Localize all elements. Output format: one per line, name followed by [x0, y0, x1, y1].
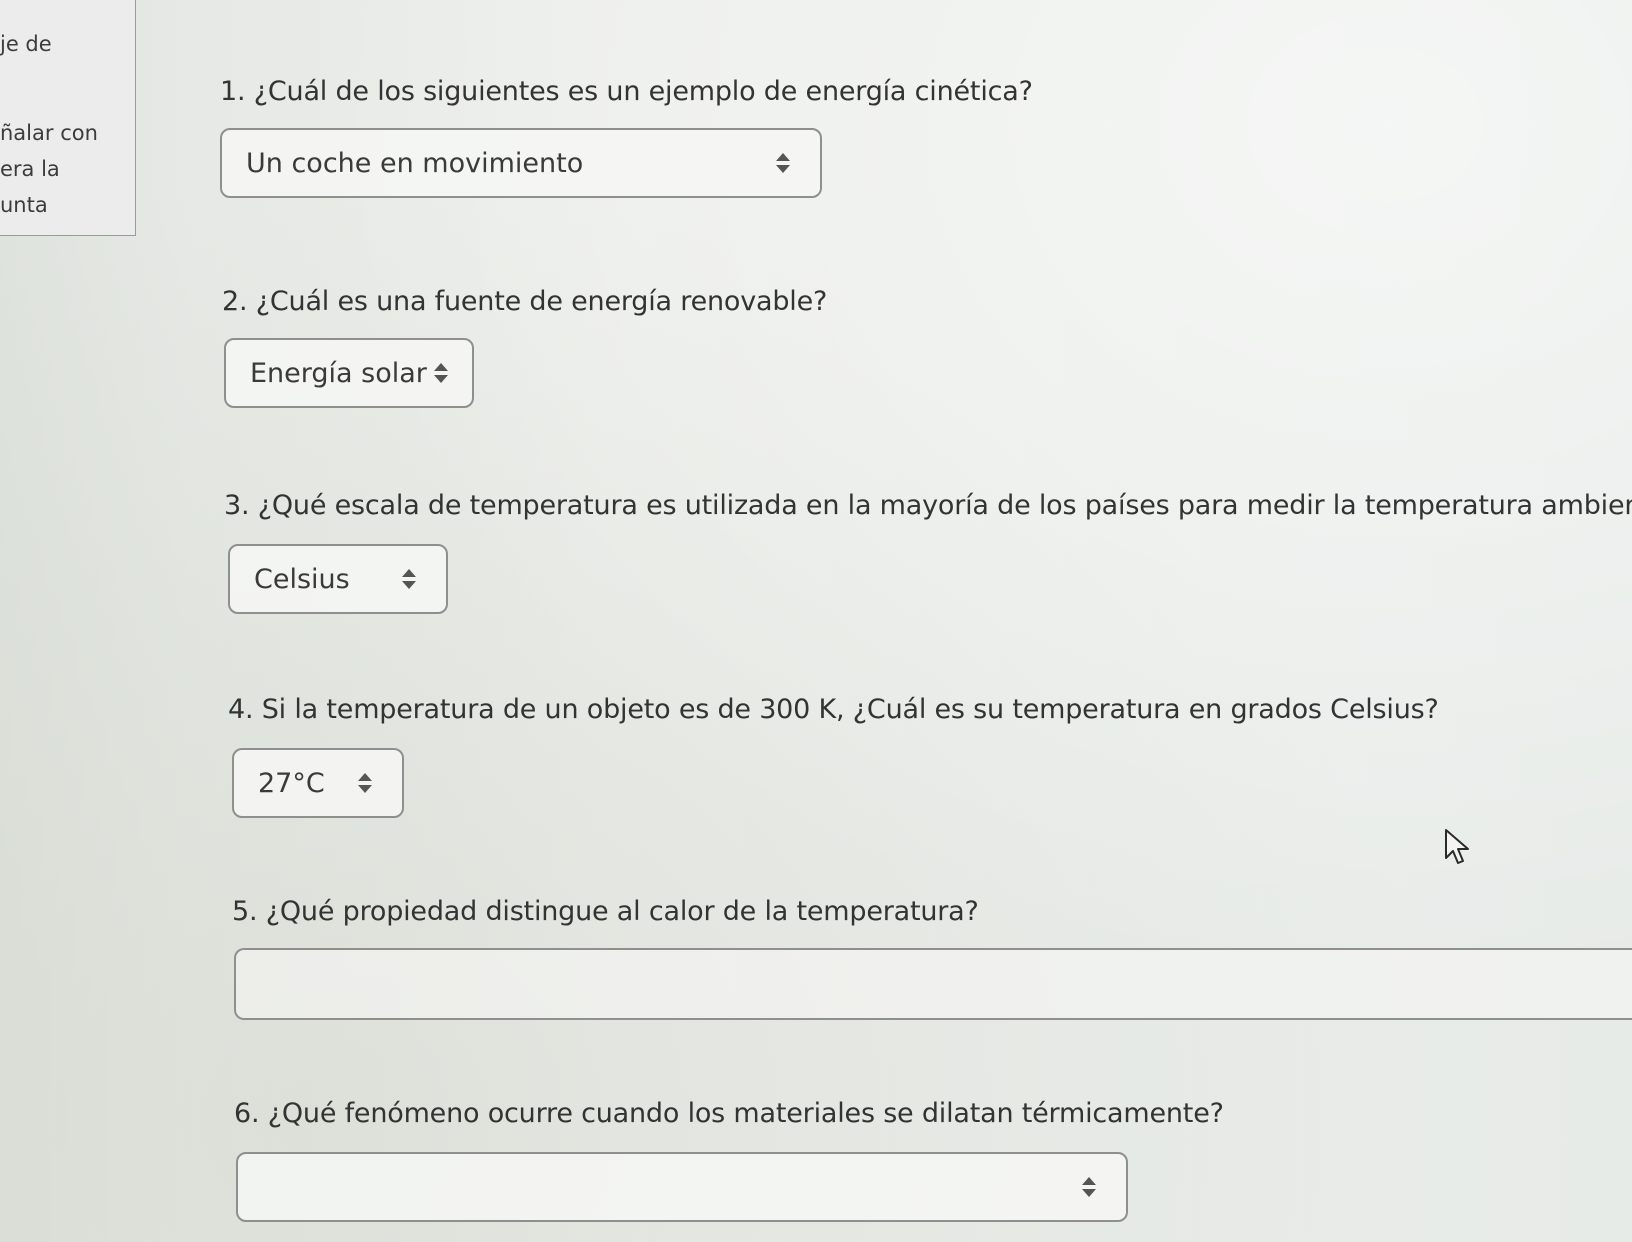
left-panel-line: je de	[0, 32, 52, 56]
question-3-text: 3. ¿Qué escala de temperatura es utiliza…	[224, 490, 1632, 521]
question-2-text: 2. ¿Cuál es una fuente de energía renova…	[222, 286, 828, 317]
up-down-chevron-icon	[358, 773, 372, 793]
question-1-select[interactable]: Un coche en movimiento	[220, 128, 822, 198]
question-3-selected-value: Celsius	[254, 563, 350, 595]
left-panel-line: unta	[0, 193, 48, 217]
question-6-text: 6. ¿Qué fenómeno ocurre cuando los mater…	[234, 1098, 1224, 1129]
question-6-select[interactable]	[236, 1152, 1128, 1222]
question-5-text: 5. ¿Qué propiedad distingue al calor de …	[232, 896, 979, 927]
question-1-selected-value: Un coche en movimiento	[246, 147, 584, 179]
mouse-pointer-icon	[1445, 829, 1469, 864]
question-3-select[interactable]: Celsius	[228, 544, 448, 614]
left-panel-line: era la	[0, 157, 60, 181]
up-down-chevron-icon	[434, 363, 448, 383]
up-down-chevron-icon	[776, 153, 790, 173]
question-2-selected-value: Energía solar	[250, 357, 427, 389]
question-1-text: 1. ¿Cuál de los siguientes es un ejemplo…	[220, 76, 1033, 107]
question-4-select[interactable]: 27°C	[232, 748, 404, 818]
question-4-text: 4. Si la temperatura de un objeto es de …	[228, 694, 1439, 725]
question-5-answer-input[interactable]	[234, 948, 1632, 1020]
up-down-chevron-icon	[1082, 1177, 1096, 1197]
up-down-chevron-icon	[402, 569, 416, 589]
question-4-selected-value: 27°C	[258, 767, 325, 799]
left-panel-line: ñalar con	[0, 121, 98, 145]
question-2-select[interactable]: Energía solar	[224, 338, 474, 408]
left-instructions-panel: je de ñalar con era la unta	[0, 0, 136, 236]
